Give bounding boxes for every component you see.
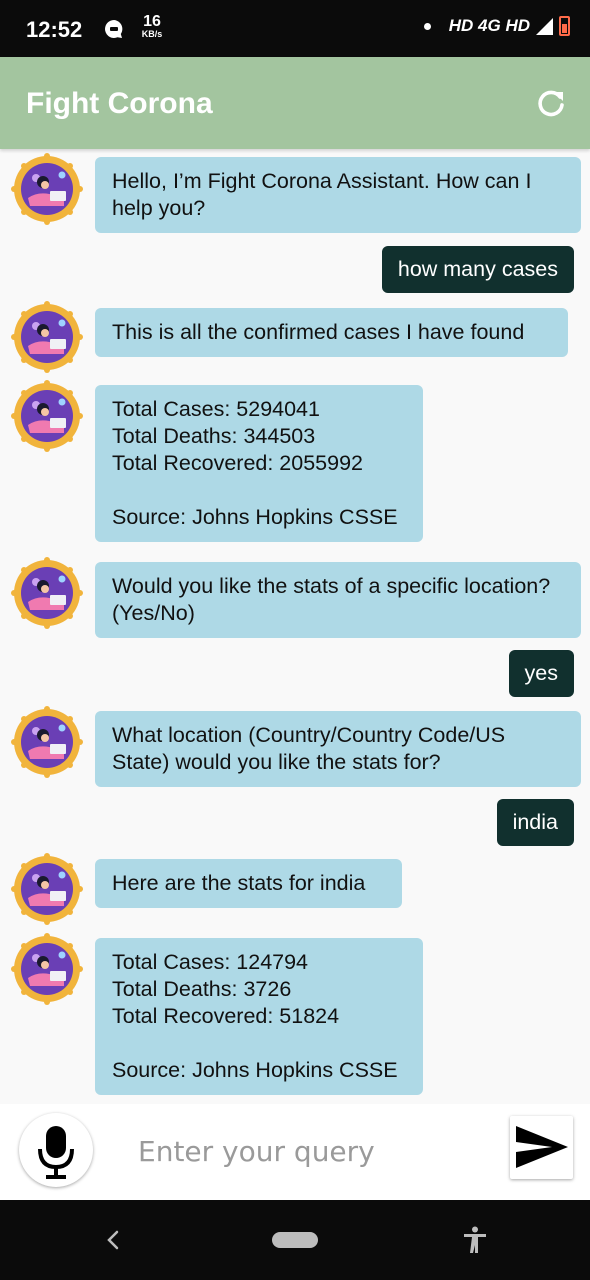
accessibility-icon[interactable]	[462, 1226, 488, 1259]
send-icon	[516, 1126, 568, 1168]
bot-message-bubble: Here are the stats for india	[95, 859, 402, 908]
notification-dot-icon	[423, 22, 431, 30]
navigation-bar	[0, 1200, 590, 1280]
user-message-bubble: how many cases	[381, 246, 574, 293]
network-speed: 16 KB/s	[141, 13, 163, 39]
status-bar: 12:52 16 KB/s HD 4G HD	[0, 0, 590, 57]
home-pill-icon[interactable]	[272, 1232, 318, 1248]
message-icon	[104, 19, 124, 44]
bot-avatar	[10, 705, 84, 779]
user-message-bubble: yes	[508, 650, 574, 697]
bot-avatar	[10, 152, 84, 226]
query-input[interactable]	[138, 1135, 488, 1168]
app-title: Fight Corona	[26, 87, 213, 120]
bot-avatar	[10, 852, 84, 926]
chat-list[interactable]: Hello, I’m Fight Corona Assistant. How c…	[0, 149, 590, 1104]
bot-avatar	[10, 379, 84, 453]
back-icon[interactable]	[104, 1227, 122, 1258]
bot-message-bubble: This is all the confirmed cases I have f…	[95, 308, 568, 357]
user-message-bubble: india	[496, 799, 574, 846]
microphone-icon	[38, 1126, 74, 1179]
bot-message-bubble: What location (Country/Country Code/US S…	[95, 711, 581, 787]
input-bar	[0, 1104, 590, 1200]
signal-icon	[536, 17, 553, 35]
status-time: 12:52	[26, 17, 83, 42]
bot-message-bubble: Total Cases: 5294041 Total Deaths: 34450…	[95, 385, 423, 542]
network-label: HD 4G HD	[448, 16, 530, 35]
status-right: HD 4G HD	[423, 16, 570, 36]
bot-avatar	[10, 300, 84, 374]
refresh-icon[interactable]	[536, 88, 566, 118]
app-bar: Fight Corona	[0, 57, 590, 149]
mic-button[interactable]	[19, 1113, 93, 1187]
bot-avatar	[10, 556, 84, 630]
bot-avatar	[10, 932, 84, 1006]
battery-icon	[559, 16, 570, 36]
bot-message-bubble: Hello, I’m Fight Corona Assistant. How c…	[95, 157, 581, 233]
bot-message-bubble: Would you like the stats of a specific l…	[95, 562, 581, 638]
send-button[interactable]	[510, 1116, 573, 1179]
bot-message-bubble: Total Cases: 124794 Total Deaths: 3726 T…	[95, 938, 423, 1095]
